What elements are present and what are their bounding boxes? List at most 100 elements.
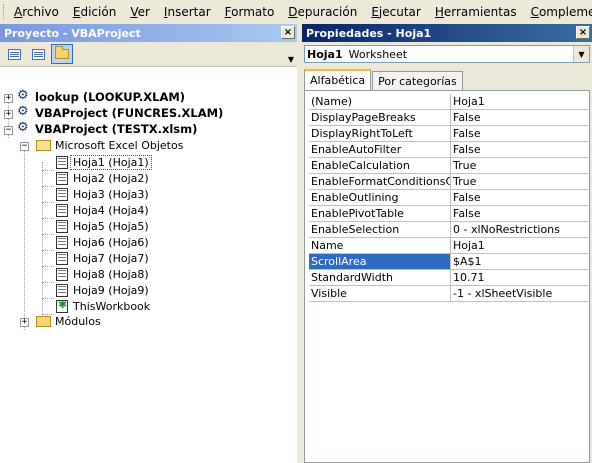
tree-item-sheet[interactable]: Hoja1 (Hoja1) bbox=[56, 154, 152, 170]
property-name: (Name) bbox=[309, 94, 451, 110]
project-title: Proyecto - VBAProject bbox=[4, 26, 141, 40]
property-value[interactable]: False bbox=[451, 206, 588, 222]
properties-title: Propiedades - Hoja1 bbox=[306, 26, 432, 40]
property-value[interactable]: False bbox=[451, 142, 588, 158]
view-code-button[interactable] bbox=[3, 44, 25, 64]
property-value[interactable]: -1 - xlSheetVisible bbox=[451, 286, 588, 302]
tree-item-label: Hoja5 (Hoja5) bbox=[73, 219, 149, 233]
close-icon[interactable]: × bbox=[576, 26, 590, 39]
tree-item-sheet[interactable]: Hoja5 (Hoja5) bbox=[56, 218, 149, 234]
tree-item-label: Hoja8 (Hoja8) bbox=[73, 267, 149, 281]
worksheet-icon bbox=[56, 283, 68, 297]
menu-depuracion[interactable]: Depuración bbox=[281, 5, 364, 19]
worksheet-icon bbox=[56, 219, 68, 233]
tree-item-label: Microsoft Excel Objetos bbox=[55, 139, 184, 152]
tree-item-sheet[interactable]: Hoja8 (Hoja8) bbox=[56, 266, 149, 282]
tree-item-sheet[interactable]: Hoja4 (Hoja4) bbox=[56, 202, 149, 218]
toggle-folders-button[interactable] bbox=[51, 44, 73, 64]
property-value[interactable]: False bbox=[451, 126, 588, 142]
properties-titlebar[interactable]: Propiedades - Hoja1 × bbox=[302, 24, 592, 42]
chevron-down-icon[interactable]: ▼ bbox=[573, 46, 589, 62]
tree-item-sheet[interactable]: Hoja2 (Hoja2) bbox=[56, 170, 149, 186]
property-row[interactable]: EnableOutlining False bbox=[309, 190, 588, 206]
tree-item-thisworkbook[interactable]: ThisWorkbook bbox=[56, 298, 150, 314]
workbook-icon bbox=[56, 298, 68, 313]
close-icon[interactable]: × bbox=[281, 26, 295, 39]
property-name: DisplayRightToLeft bbox=[309, 126, 451, 142]
tree-item-label: lookup (LOOKUP.XLAM) bbox=[35, 90, 186, 104]
tree-item-sheet[interactable]: Hoja9 (Hoja9) bbox=[56, 282, 149, 298]
tree-item-label: Hoja6 (Hoja6) bbox=[73, 235, 149, 249]
view-object-button[interactable] bbox=[27, 44, 49, 64]
property-row[interactable]: EnableCalculation True bbox=[309, 158, 588, 174]
worksheet-icon bbox=[56, 267, 68, 281]
worksheet-icon bbox=[56, 187, 68, 201]
property-row[interactable]: Visible -1 - xlSheetVisible bbox=[309, 286, 588, 302]
menu-bar: Archivo Edición Ver Insertar Formato Dep… bbox=[0, 0, 592, 25]
tree-item-label: Hoja9 (Hoja9) bbox=[73, 283, 149, 297]
tree-item-label: ThisWorkbook bbox=[73, 299, 151, 313]
property-value[interactable]: True bbox=[451, 158, 588, 174]
collapse-minus-icon[interactable]: − bbox=[20, 142, 29, 151]
object-name: Hoja1 bbox=[307, 47, 343, 61]
menu-insertar[interactable]: Insertar bbox=[157, 5, 218, 19]
tree-item-sheet[interactable]: Hoja6 (Hoja6) bbox=[56, 234, 149, 250]
expand-plus-icon[interactable]: + bbox=[4, 110, 13, 119]
property-name: EnablePivotTable bbox=[309, 206, 451, 222]
menu-ejecutar[interactable]: Ejecutar bbox=[364, 5, 428, 19]
tab-por-categorias[interactable]: Por categorías bbox=[372, 71, 463, 90]
property-value[interactable]: True bbox=[451, 174, 588, 190]
property-row[interactable]: EnableSelection 0 - xlNoRestrictions bbox=[309, 222, 588, 238]
tree-item-label: Hoja1 (Hoja1) bbox=[70, 154, 152, 170]
project-titlebar[interactable]: Proyecto - VBAProject × bbox=[0, 24, 297, 42]
menu-formato[interactable]: Formato bbox=[218, 5, 282, 19]
property-name: StandardWidth bbox=[309, 270, 451, 286]
property-value[interactable]: Hoja1 bbox=[451, 94, 588, 110]
toolbar-options-icon[interactable]: ▼ bbox=[288, 55, 294, 64]
property-name: EnableCalculation bbox=[309, 158, 451, 174]
worksheet-icon bbox=[56, 171, 68, 185]
property-row[interactable]: Name Hoja1 bbox=[309, 238, 588, 254]
property-row[interactable]: DisplayRightToLeft False bbox=[309, 126, 588, 142]
menu-herramientas[interactable]: Herramientas bbox=[428, 5, 524, 19]
view-code-icon bbox=[7, 48, 21, 60]
property-row[interactable]: StandardWidth 10.71 bbox=[309, 270, 588, 286]
property-row[interactable]: DisplayPageBreaks False bbox=[309, 110, 588, 126]
property-row-selected[interactable]: ScrollArea $A$1 bbox=[309, 254, 588, 270]
object-selector[interactable]: Hoja1 Worksheet ▼ bbox=[304, 45, 590, 63]
menu-edicion[interactable]: Edición bbox=[66, 5, 123, 19]
property-value[interactable]: Hoja1 bbox=[451, 238, 588, 254]
menu-complementos[interactable]: Complementos bbox=[524, 5, 592, 19]
properties-grid: (Name) Hoja1 DisplayPageBreaks False Displ… bbox=[304, 90, 590, 463]
tree-item-sheet[interactable]: Hoja3 (Hoja3) bbox=[56, 186, 149, 202]
property-value[interactable]: False bbox=[451, 190, 588, 206]
property-name: ScrollArea bbox=[309, 254, 451, 270]
expand-plus-icon[interactable]: + bbox=[4, 94, 13, 103]
menu-grip[interactable] bbox=[3, 4, 4, 20]
property-name: EnableSelection bbox=[309, 222, 451, 238]
property-row[interactable]: EnableFormatConditionsCalcuTrue bbox=[309, 174, 588, 190]
project-toolbar: ▼ bbox=[0, 42, 297, 67]
property-value[interactable]: 0 - xlNoRestrictions bbox=[451, 222, 588, 238]
property-value[interactable]: 10.71 bbox=[451, 270, 588, 286]
expand-plus-icon[interactable]: + bbox=[20, 318, 29, 327]
property-value[interactable]: $A$1 bbox=[451, 254, 588, 270]
property-name: Name bbox=[309, 238, 451, 254]
property-row[interactable]: EnablePivotTable False bbox=[309, 206, 588, 222]
property-row[interactable]: EnableAutoFilter False bbox=[309, 142, 588, 158]
tab-alfabetica[interactable]: Alfabética bbox=[304, 69, 372, 90]
project-explorer: Proyecto - VBAProject × ▼ + lookup (LOOK… bbox=[0, 24, 298, 463]
collapse-minus-icon[interactable]: − bbox=[4, 126, 13, 135]
property-name: DisplayPageBreaks bbox=[309, 110, 451, 126]
project-tree: + lookup (LOOKUP.XLAM) + VBAProject (FUN… bbox=[0, 88, 297, 463]
menu-archivo[interactable]: Archivo bbox=[7, 5, 66, 19]
vba-project-icon bbox=[17, 120, 31, 136]
view-object-icon bbox=[31, 48, 45, 60]
tree-item-label: Hoja2 (Hoja2) bbox=[73, 171, 149, 185]
property-value[interactable]: False bbox=[451, 110, 588, 126]
menu-ver[interactable]: Ver bbox=[123, 5, 157, 19]
properties-window: Propiedades - Hoja1 × Hoja1 Worksheet ▼ … bbox=[302, 24, 592, 463]
tree-item-sheet[interactable]: Hoja7 (Hoja7) bbox=[56, 250, 149, 266]
property-row[interactable]: (Name) Hoja1 bbox=[309, 94, 588, 110]
open-folder-icon bbox=[36, 140, 51, 151]
